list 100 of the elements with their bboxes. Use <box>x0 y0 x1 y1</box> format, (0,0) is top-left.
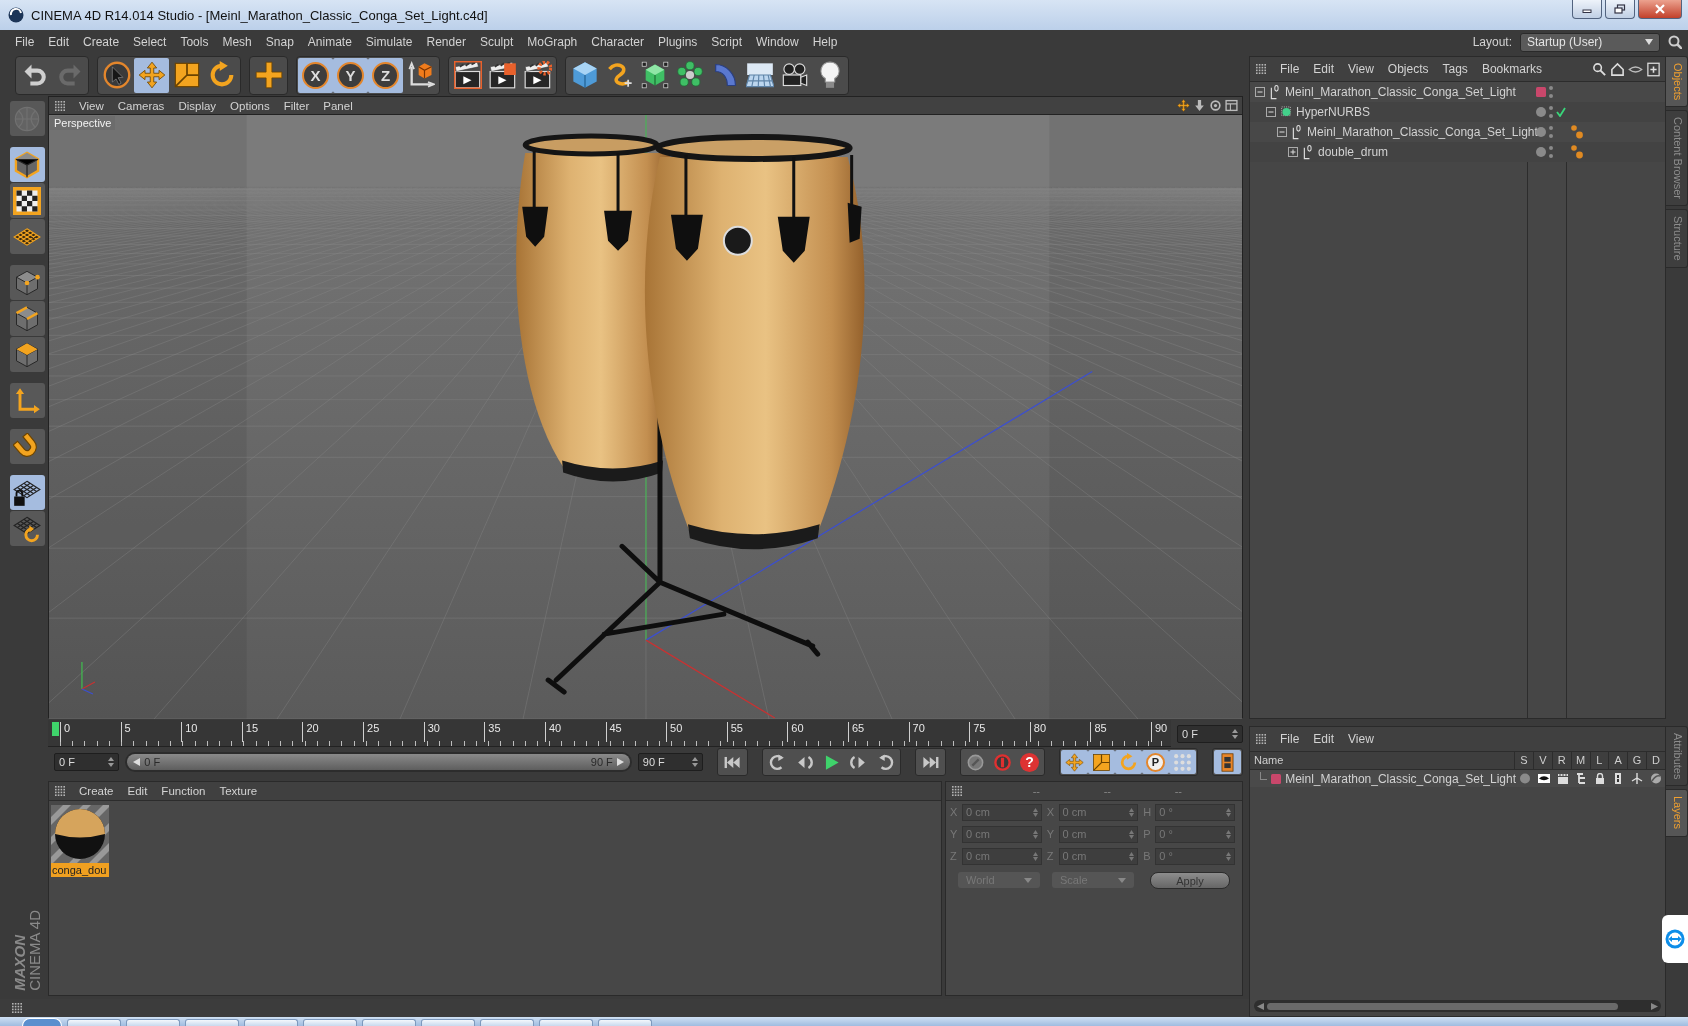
taskbar-button[interactable] <box>126 1019 180 1026</box>
menu-item[interactable]: Texture <box>212 785 265 797</box>
taskbar-button[interactable] <box>480 1019 534 1026</box>
visibility-dots-icon <box>1549 145 1553 159</box>
null-object-icon <box>1301 144 1315 160</box>
mode-button[interactable] <box>9 265 45 300</box>
menu-item[interactable]: Script <box>704 35 749 49</box>
menu-item[interactable]: View <box>1341 62 1381 76</box>
menu-item[interactable]: Edit <box>1306 62 1342 76</box>
column-header[interactable]: R <box>1551 752 1571 769</box>
column-header[interactable]: G <box>1627 752 1647 769</box>
move-tool-button[interactable] <box>134 57 169 93</box>
layout-dropdown[interactable]: Startup (User) <box>1520 32 1660 52</box>
menu-item[interactable]: Select <box>126 35 174 49</box>
padlock-icon <box>1593 773 1606 784</box>
mode-button[interactable] <box>9 147 45 182</box>
menu-item[interactable]: File <box>8 35 42 49</box>
object-name[interactable]: double_drum <box>1318 145 1389 159</box>
mode-button[interactable] <box>9 511 45 546</box>
mode-button[interactable] <box>9 475 45 510</box>
taskbar-button[interactable] <box>244 1019 298 1026</box>
menu-item[interactable]: Tools <box>173 35 216 49</box>
mode-button[interactable] <box>9 301 45 336</box>
object-name[interactable]: Meinl_Marathon_Classic_Conga_Set_Light <box>1285 85 1516 99</box>
side-tab[interactable]: Objects <box>1666 56 1688 108</box>
menu-item[interactable]: Edit <box>1306 732 1342 746</box>
menu-item[interactable]: Mesh <box>215 35 259 49</box>
menu-item[interactable]: Cameras <box>110 99 172 112</box>
object-name[interactable]: HyperNURBS <box>1296 105 1370 119</box>
taskbar-button[interactable] <box>362 1019 416 1026</box>
frame-tick-label: 50 <box>666 722 683 742</box>
menu-item[interactable]: Help <box>805 35 845 49</box>
column-header[interactable]: L <box>1589 752 1609 769</box>
menu-item[interactable]: File <box>1273 62 1307 76</box>
menu-item[interactable]: Plugins <box>650 35 705 49</box>
material-name[interactable]: conga_dou <box>51 863 109 877</box>
axis-lock-button[interactable]: Z <box>368 57 403 93</box>
mode-button[interactable] <box>9 219 45 254</box>
layer-dot-icon <box>1536 107 1546 117</box>
pull-tab[interactable] <box>1662 915 1688 963</box>
close-button[interactable] <box>1638 0 1682 19</box>
clapperboard-gear-icon <box>523 61 552 89</box>
taskbar-button[interactable] <box>67 1019 121 1026</box>
taskbar-button[interactable] <box>185 1019 239 1026</box>
axis-lock-button[interactable]: X <box>298 57 333 93</box>
column-header[interactable]: A <box>1608 752 1628 769</box>
mode-button[interactable] <box>9 183 45 218</box>
restore-button[interactable] <box>1605 0 1635 19</box>
column-header[interactable]: V <box>1532 752 1552 769</box>
menu-item[interactable]: Window <box>749 35 806 49</box>
menu-item[interactable]: Animate <box>300 35 359 49</box>
column-header[interactable]: Name <box>1250 752 1515 769</box>
menu-item[interactable]: Objects <box>1380 62 1436 76</box>
minimize-button[interactable] <box>1572 0 1602 19</box>
mode-button[interactable] <box>9 337 45 372</box>
menu-item[interactable]: Panel <box>316 99 360 112</box>
left-arrow-icon <box>1257 1002 1264 1010</box>
menu-item[interactable]: Sculpt <box>472 35 521 49</box>
dot-grid-icon <box>1173 752 1192 772</box>
menu-item[interactable]: Simulate <box>358 35 420 49</box>
menu-item[interactable]: Tags <box>1435 62 1475 76</box>
menu-item[interactable]: Character <box>584 35 651 49</box>
taskbar-button[interactable] <box>421 1019 475 1026</box>
menu-item[interactable]: Display <box>171 99 224 112</box>
menu-item[interactable]: Function <box>154 785 213 797</box>
taskbar-button[interactable] <box>539 1019 593 1026</box>
menu-item[interactable]: Options <box>223 99 277 112</box>
timeline-ruler[interactable]: 0 5 10 15 20 25 30 35 40 45 50 55 60 65 70 75 80 85 90 <box>48 720 1171 747</box>
material-tag-icon <box>1571 145 1583 159</box>
menu-item[interactable]: Create <box>72 785 121 797</box>
object-name[interactable]: Meinl_Marathon_Classic_Conga_Set_Light <box>1307 125 1538 139</box>
taskbar-button[interactable] <box>303 1019 357 1026</box>
menu-item[interactable]: View <box>72 99 111 112</box>
menu-item[interactable]: Edit <box>120 785 155 797</box>
menu-item[interactable]: View <box>1341 732 1381 746</box>
menu-item[interactable]: MoGraph <box>520 35 585 49</box>
taskbar-button[interactable] <box>598 1019 652 1026</box>
end-frame-field[interactable]: 90 F <box>637 753 703 771</box>
menu-item[interactable]: Filter <box>276 99 317 112</box>
column-header[interactable]: M <box>1570 752 1590 769</box>
start-frame-field[interactable]: 0 F <box>54 753 120 771</box>
side-tab[interactable]: Layers <box>1666 789 1688 837</box>
column-header[interactable]: D <box>1646 752 1665 769</box>
parameter-key-button[interactable]: P <box>1142 750 1169 774</box>
search-icon <box>1668 35 1682 49</box>
column-header: -- <box>1032 785 1040 797</box>
playhead-handle[interactable] <box>52 722 59 736</box>
menu-item[interactable]: Bookmarks <box>1474 62 1549 76</box>
cursor-icon <box>102 61 131 89</box>
axis-lock-button[interactable]: Y <box>333 57 368 93</box>
start-button[interactable] <box>22 1018 62 1026</box>
menu-item[interactable]: Render <box>419 35 473 49</box>
menu-item[interactable]: Edit <box>41 35 77 49</box>
solo-dot-icon <box>1519 773 1532 784</box>
menu-item[interactable]: Snap <box>258 35 301 49</box>
column-header[interactable]: S <box>1514 752 1533 769</box>
current-frame-field[interactable]: 0 F <box>1177 724 1243 743</box>
horizontal-scrollbar[interactable] <box>1254 1000 1661 1012</box>
menu-item[interactable]: Create <box>76 35 127 49</box>
menu-item[interactable]: File <box>1273 732 1307 746</box>
